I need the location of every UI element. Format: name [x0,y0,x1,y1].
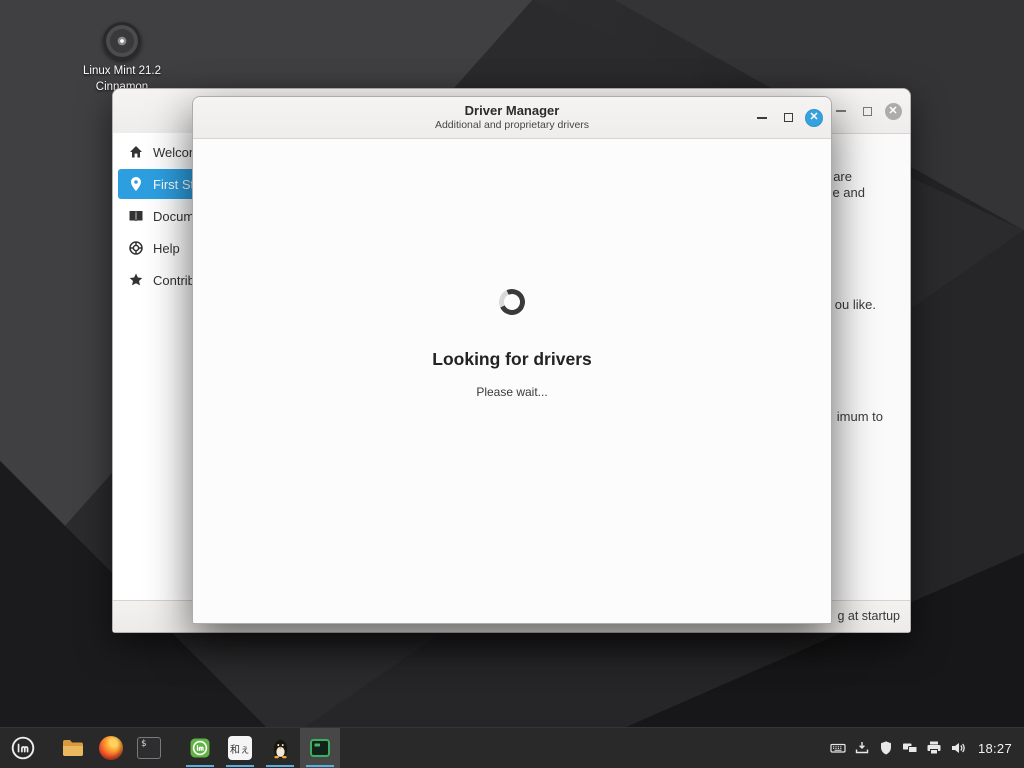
terminal-launcher-button[interactable]: $ [130,728,168,768]
window-title: Driver Manager [193,97,831,118]
disc-icon [103,22,141,60]
loading-spinner-icon [495,285,528,318]
status-title: Looking for drivers [193,349,831,370]
content-fragment: e and [832,185,865,200]
close-icon: ✕ [805,109,823,127]
driver-manager-window-controls: ✕ [749,97,827,138]
keyboard-icon[interactable] [830,740,846,756]
open-window-indicator [226,765,254,767]
driver-manager-content: Looking for drivers Please wait... [193,138,831,623]
shield-icon[interactable] [878,740,894,756]
maximize-icon [784,113,793,122]
book-icon [128,208,144,224]
driver-manager-app-icon [308,736,332,760]
window-list: 和ぇ [180,728,340,768]
taskbar-panel: $ 和ぇ [0,727,1024,768]
mint-logo-icon [10,735,36,761]
content-fragment: imum to [837,409,883,424]
status-message: Please wait... [193,385,831,399]
close-icon: ✕ [885,103,902,120]
minimize-button[interactable] [749,105,775,131]
firefox-icon [99,736,123,760]
home-icon [128,144,144,160]
content-fragment: ou like. [835,297,876,312]
terminal-prompt-glyph: $ [141,739,146,749]
minimize-icon [757,117,767,119]
taskbar-window-tux[interactable] [260,728,300,768]
star-icon [128,272,144,288]
pin-icon [128,176,144,192]
minimize-icon [836,110,846,112]
driver-manager-titlebar[interactable]: Driver Manager Additional and proprietar… [193,97,831,139]
welcome-window-controls: ✕ [828,89,906,133]
taskbar-clock[interactable]: 18:27 [978,741,1012,756]
close-button[interactable]: ✕ [880,98,906,124]
open-window-indicator [186,765,214,767]
sidebar-item-label: Help [153,241,180,256]
system-tray: 18:27 [830,740,1024,756]
startup-checkbox-label-fragment[interactable]: g at startup [837,601,900,632]
volume-icon[interactable] [950,740,966,756]
firefox-launcher-button[interactable] [92,728,130,768]
shortcut-label-line1: Linux Mint 21.2 [82,64,162,80]
taskbar-window-characters[interactable]: 和ぇ [220,728,260,768]
terminal-icon: $ [137,737,161,759]
maximize-button[interactable] [775,105,801,131]
open-window-indicator [266,765,294,767]
taskbar-window-driver-manager[interactable] [300,728,340,768]
driver-manager-window: Driver Manager Additional and proprietar… [192,96,832,624]
open-window-indicator [306,765,334,767]
characters-app-icon: 和ぇ [228,736,252,760]
launcher-group: $ [46,728,168,768]
maximize-button[interactable] [854,98,880,124]
window-subtitle: Additional and proprietary drivers [193,119,831,131]
desktop-shortcut-linux-mint-iso[interactable]: Linux Mint 21.2 Cinnamon [82,22,162,95]
mint-welcome-icon [188,736,212,760]
printer-icon[interactable] [926,740,942,756]
lifebuoy-icon [128,240,144,256]
download-icon[interactable] [854,740,870,756]
files-launcher-button[interactable] [54,728,92,768]
close-button[interactable]: ✕ [801,105,827,131]
maximize-icon [863,107,872,116]
menu-button[interactable] [0,728,46,768]
penguin-icon [269,737,292,760]
network-icon[interactable] [902,740,918,756]
content-fragment: are [833,169,852,184]
folder-icon [61,736,85,760]
characters-glyph: 和ぇ [230,741,250,756]
taskbar-window-welcome[interactable] [180,728,220,768]
